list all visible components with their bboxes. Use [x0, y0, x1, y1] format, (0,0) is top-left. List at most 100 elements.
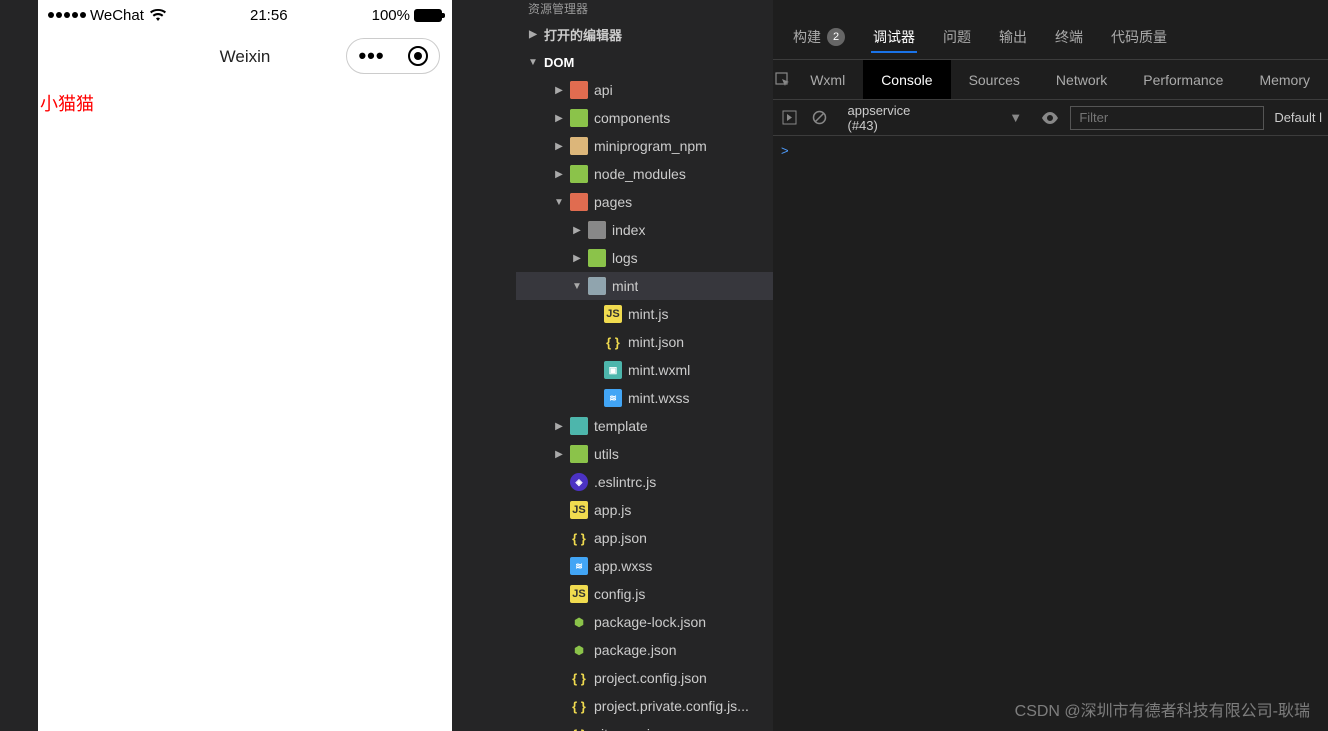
tab-debugger[interactable]: 调试器 — [871, 21, 917, 53]
folder-icon — [570, 193, 588, 211]
folder-logs[interactable]: ▶logs — [516, 244, 773, 272]
clear-console-icon[interactable] — [809, 107, 829, 129]
chevron-right-icon: ▶ — [552, 449, 566, 460]
folder-icon — [588, 249, 606, 267]
chevron-right-icon: ▶ — [552, 113, 566, 124]
eslint-file-icon: ◈ — [570, 473, 588, 491]
tab-build[interactable]: 构建2 — [791, 21, 847, 53]
chevron-right-icon: ▶ — [552, 421, 566, 432]
wxss-file-icon: ≋ — [570, 557, 588, 575]
json-file-icon: { } — [570, 725, 588, 731]
folder-components[interactable]: ▶components — [516, 104, 773, 132]
tab-network[interactable]: Network — [1038, 60, 1125, 99]
chevron-right-icon: ▶ — [526, 29, 540, 40]
package-file-icon: ⬢ — [570, 641, 588, 659]
folder-miniprogram-npm[interactable]: ▶miniprogram_npm — [516, 132, 773, 160]
log-levels-selector[interactable]: Default l — [1274, 110, 1322, 125]
file-config-js[interactable]: JSconfig.js — [516, 580, 773, 608]
file-app-js[interactable]: JSapp.js — [516, 496, 773, 524]
file-mint-js[interactable]: JSmint.js — [516, 300, 773, 328]
tab-wxml[interactable]: Wxml — [792, 60, 863, 99]
toggle-sidebar-icon[interactable] — [779, 107, 799, 129]
file-explorer: 资源管理器 ▶ 打开的编辑器 ▼ DOM ▶api ▶components ▶m… — [516, 0, 773, 731]
folder-mint[interactable]: ▼mint — [516, 272, 773, 300]
js-file-icon: JS — [604, 305, 622, 323]
capsule[interactable]: ••• — [346, 38, 440, 74]
wxss-file-icon: ≋ — [604, 389, 622, 407]
explorer-title: 资源管理器 — [516, 0, 773, 20]
tab-performance[interactable]: Performance — [1125, 60, 1241, 99]
file-package-json[interactable]: ⬢package.json — [516, 636, 773, 664]
battery-text: 100% — [372, 7, 410, 24]
json-file-icon: { } — [604, 333, 622, 351]
folder-pages[interactable]: ▼pages — [516, 188, 773, 216]
file-project-config[interactable]: { }project.config.json — [516, 664, 773, 692]
menu-icon[interactable]: ••• — [358, 43, 384, 69]
chevron-down-icon: ▼ — [552, 197, 566, 208]
file-app-wxss[interactable]: ≋app.wxss — [516, 552, 773, 580]
folder-index[interactable]: ▶index — [516, 216, 773, 244]
file-mint-json[interactable]: { }mint.json — [516, 328, 773, 356]
file-package-lock[interactable]: ⬢package-lock.json — [516, 608, 773, 636]
signal-icon — [48, 12, 86, 18]
file-mint-wxml[interactable]: ▣mint.wxml — [516, 356, 773, 384]
wxml-file-icon: ▣ — [604, 361, 622, 379]
console-toolbar: appservice (#43) ▼ Default l — [773, 100, 1328, 136]
eye-icon[interactable] — [1040, 107, 1060, 129]
tab-issues[interactable]: 问题 — [941, 21, 973, 53]
json-file-icon: { } — [570, 529, 588, 547]
section-label: DOM — [544, 55, 574, 70]
chevron-down-icon: ▼ — [570, 281, 584, 292]
file-project-private-config[interactable]: { }project.private.config.js... — [516, 692, 773, 720]
dropdown-icon: ▼ — [1009, 110, 1022, 125]
battery-icon — [414, 9, 442, 22]
folder-node-modules[interactable]: ▶node_modules — [516, 160, 773, 188]
file-sitemap-json[interactable]: { }sitemap.json — [516, 720, 773, 731]
package-file-icon: ⬢ — [570, 613, 588, 631]
page-content-text: 小猫猫 — [38, 84, 452, 122]
tab-sources[interactable]: Sources — [951, 60, 1038, 99]
context-selector[interactable]: appservice (#43) ▼ — [840, 103, 1031, 133]
file-tree: ▶api ▶components ▶miniprogram_npm ▶node_… — [516, 76, 773, 731]
nav-bar: Weixin ••• — [38, 30, 452, 84]
folder-api[interactable]: ▶api — [516, 76, 773, 104]
js-file-icon: JS — [570, 501, 588, 519]
simulator-phone: WeChat 21:56 100% Weixin ••• 小猫猫 — [38, 0, 452, 731]
file-eslintrc[interactable]: ◈.eslintrc.js — [516, 468, 773, 496]
tab-terminal[interactable]: 终端 — [1053, 21, 1085, 53]
folder-icon — [570, 137, 588, 155]
console-prompt-icon: > — [781, 143, 789, 158]
filter-input[interactable] — [1070, 106, 1264, 130]
chevron-right-icon: ▶ — [552, 141, 566, 152]
tab-memory[interactable]: Memory — [1241, 60, 1328, 99]
element-picker-icon[interactable] — [773, 72, 792, 88]
json-file-icon: { } — [570, 669, 588, 687]
status-right: 100% — [372, 7, 442, 24]
json-file-icon: { } — [570, 697, 588, 715]
file-app-json[interactable]: { }app.json — [516, 524, 773, 552]
folder-icon — [588, 221, 606, 239]
folder-icon — [570, 109, 588, 127]
js-file-icon: JS — [570, 585, 588, 603]
close-target-icon[interactable] — [408, 46, 428, 66]
folder-icon — [570, 417, 588, 435]
folder-icon — [570, 81, 588, 99]
status-left: WeChat — [48, 7, 166, 24]
status-time: 21:56 — [250, 7, 288, 24]
section-dom[interactable]: ▼ DOM — [516, 48, 773, 76]
section-open-editors[interactable]: ▶ 打开的编辑器 — [516, 20, 773, 48]
tab-code-quality[interactable]: 代码质量 — [1109, 21, 1169, 53]
folder-open-icon — [588, 277, 606, 295]
chevron-down-icon: ▼ — [526, 57, 540, 68]
folder-icon — [570, 165, 588, 183]
context-label: appservice (#43) — [848, 103, 930, 133]
folder-template[interactable]: ▶template — [516, 412, 773, 440]
wifi-icon — [150, 9, 166, 21]
file-mint-wxss[interactable]: ≋mint.wxss — [516, 384, 773, 412]
status-bar: WeChat 21:56 100% — [38, 0, 452, 30]
tab-output[interactable]: 输出 — [997, 21, 1029, 53]
console-body[interactable]: > — [773, 136, 1328, 166]
folder-utils[interactable]: ▶utils — [516, 440, 773, 468]
devtools-en-tabs: Wxml Console Sources Network Performance… — [773, 60, 1328, 100]
tab-console[interactable]: Console — [863, 60, 950, 99]
